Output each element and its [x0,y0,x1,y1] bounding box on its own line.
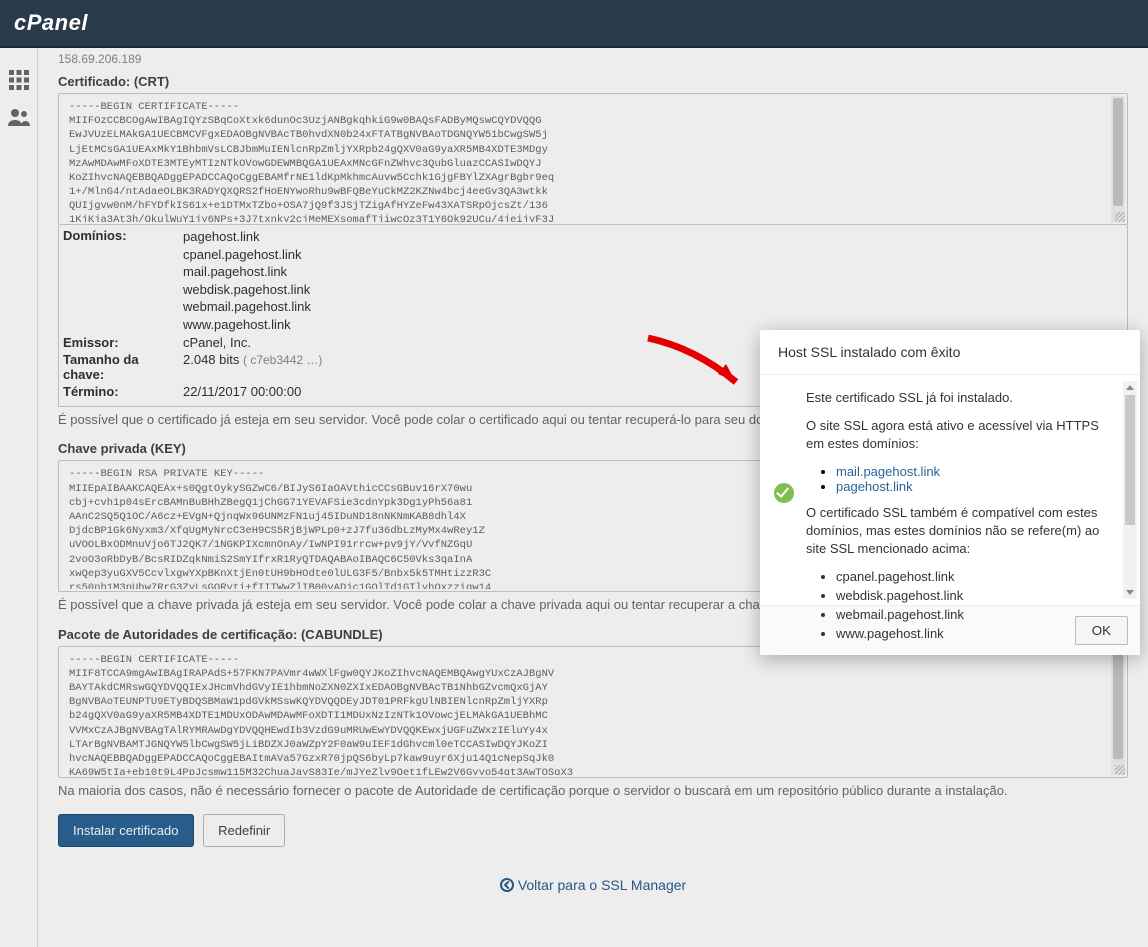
domain-link[interactable]: pagehost.link [836,479,913,494]
list-item: www.pagehost.link [836,625,1116,644]
button-row: Instalar certificado Redefinir [58,814,1128,847]
modal-text: Este certificado SSL já foi instalado. [806,389,1116,407]
modal-compat-list: cpanel.pagehost.link webdisk.pagehost.li… [806,568,1116,643]
back-arrow-icon [500,878,514,892]
brand-logo: cPanel [14,10,88,36]
modal-link-list: mail.pagehost.link pagehost.link [806,464,1116,494]
ssl-success-modal: Host SSL instalado com êxito Este certif… [760,330,1140,655]
list-item: webdisk.pagehost.link [836,587,1116,606]
cabundle-textarea[interactable]: -----BEGIN CERTIFICATE----- MIIF8TCCA9mg… [59,647,1127,775]
domain-item: webdisk.pagehost.link [183,281,311,299]
modal-title: Host SSL instalado com êxito [760,330,1140,375]
crt-textarea[interactable]: -----BEGIN CERTIFICATE----- MIIFOzCCBCOg… [59,94,1127,222]
reset-button[interactable]: Redefinir [203,814,285,847]
list-item: pagehost.link [836,479,1116,494]
list-item: webmail.pagehost.link [836,606,1116,625]
cabundle-help: Na maioria dos casos, não é necessário f… [58,782,1128,800]
domain-link[interactable]: mail.pagehost.link [836,464,940,479]
domains-label: Domínios: [63,228,183,333]
keysize-label: Tamanho da chave: [63,352,183,382]
crt-label: Certificado: (CRT) [58,74,1128,89]
backlink-row: Voltar para o SSL Manager [58,877,1128,893]
issuer-value: cPanel, Inc. [183,335,251,350]
domain-item: cpanel.pagehost.link [183,246,311,264]
term-label: Término: [63,384,183,399]
crt-textarea-wrap: -----BEGIN CERTIFICATE----- MIIFOzCCBCOg… [58,93,1128,225]
domains-list: pagehost.link cpanel.pagehost.link mail.… [183,228,311,333]
ip-address: 158.69.206.189 [58,52,1128,66]
modal-text: O site SSL agora está ativo e acessível … [806,417,1116,453]
domain-item: www.pagehost.link [183,316,311,334]
resize-grip[interactable] [1115,212,1125,222]
apps-grid-icon[interactable] [7,68,31,92]
list-item: cpanel.pagehost.link [836,568,1116,587]
success-check-icon [774,483,794,503]
issuer-label: Emissor: [63,335,183,350]
back-to-ssl-manager-link[interactable]: Voltar para o SSL Manager [500,877,686,893]
domain-item: mail.pagehost.link [183,263,311,281]
scrollbar[interactable] [1111,96,1125,222]
resize-grip[interactable] [1115,765,1125,775]
users-icon[interactable] [7,106,31,130]
cabundle-textarea-wrap: -----BEGIN CERTIFICATE----- MIIF8TCCA9mg… [58,646,1128,778]
modal-text: O certificado SSL também é compatível co… [806,504,1116,559]
list-item: mail.pagehost.link [836,464,1116,479]
modal-body: Este certificado SSL já foi instalado. O… [760,375,1140,605]
keysize-value: 2.048 bits ( c7eb3442 …) [183,352,322,382]
install-certificate-button[interactable]: Instalar certificado [58,814,194,847]
scrollbar[interactable] [1111,649,1125,775]
top-bar: cPanel [0,0,1148,48]
left-nav [0,48,38,947]
modal-scrollbar[interactable] [1123,381,1137,599]
term-value: 22/11/2017 00:00:00 [183,384,301,399]
domain-item: webmail.pagehost.link [183,298,311,316]
domain-item: pagehost.link [183,228,311,246]
